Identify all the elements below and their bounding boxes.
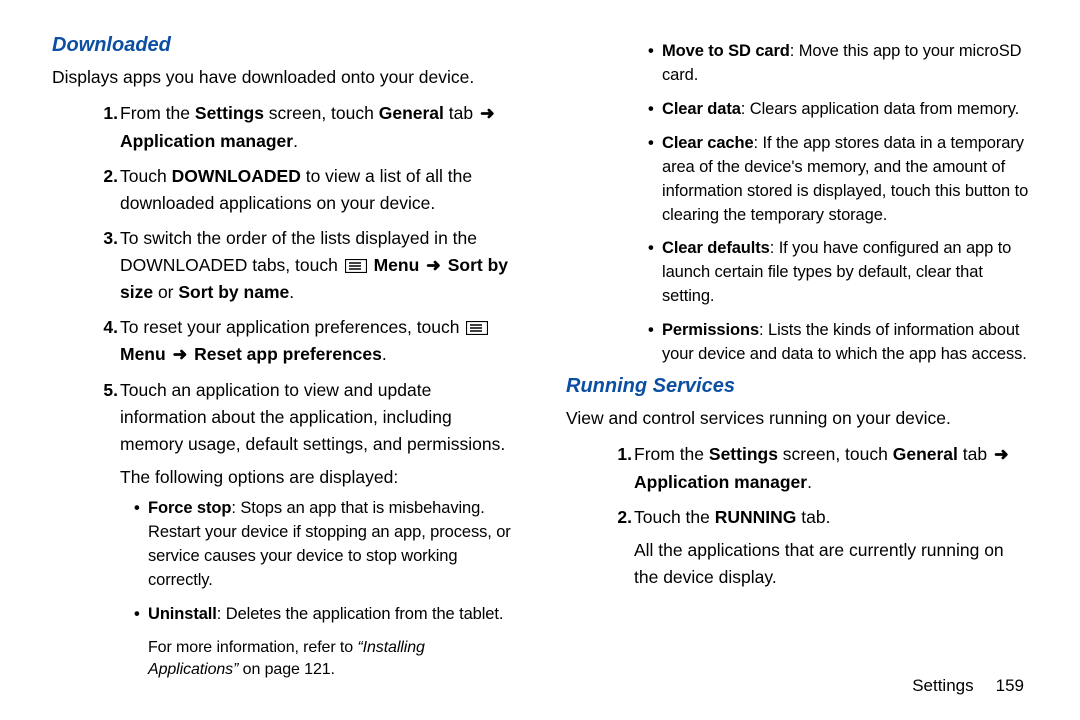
text-bold: General (893, 444, 958, 464)
downloaded-intro: Displays apps you have downloaded onto y… (52, 65, 518, 90)
bullet-move-sd: Move to SD card: Move this app to your m… (662, 40, 1032, 88)
bullet-force-stop: Force stop: Stops an app that is misbeha… (148, 497, 518, 593)
label: Clear cache (662, 134, 754, 152)
text: Touch an application to view and update … (120, 380, 505, 454)
options-lead: The following options are displayed: (120, 464, 518, 491)
text-bold: Application manager (120, 131, 293, 151)
bullet-clear-cache: Clear cache: If the app stores data in a… (662, 132, 1032, 228)
text: To reset your application preferences, t… (120, 317, 464, 337)
downloaded-steps: From the Settings screen, touch General … (52, 34, 1032, 700)
step-4: To reset your application preferences, t… (120, 314, 518, 368)
text: tab (444, 103, 478, 123)
arrow-icon: ➜ (992, 441, 1011, 468)
heading-downloaded: Downloaded (52, 34, 518, 57)
text-bold: Application manager (634, 472, 807, 492)
text: . (807, 472, 812, 492)
step-2: Touch the RUNNING tab. All the applicati… (634, 504, 1032, 591)
label: Move to SD card (662, 42, 790, 60)
arrow-icon: ➜ (171, 341, 190, 368)
label: Force stop (148, 499, 231, 517)
bullet-clear-data: Clear data: Clears application data from… (662, 98, 1032, 122)
menu-icon (345, 259, 367, 273)
arrow-icon: ➜ (478, 100, 497, 127)
text: tab. (796, 507, 830, 527)
text-bold: General (379, 103, 444, 123)
heading-running-services: Running Services (566, 375, 1032, 398)
text: . (289, 282, 294, 302)
desc: : Deletes the application from the table… (217, 605, 504, 623)
page-footer: Settings 159 (912, 676, 1024, 696)
running-services-section: Running Services View and control servic… (566, 375, 1032, 591)
install-reference-note: For more information, refer to “Installi… (148, 637, 518, 682)
text-bold: Settings (195, 103, 264, 123)
text: tab (958, 444, 992, 464)
text: From the (634, 444, 709, 464)
running-after: All the applications that are currently … (634, 537, 1032, 591)
text-bold: Sort by name (178, 282, 289, 302)
bullet-clear-defaults: Clear defaults: If you have configured a… (662, 237, 1032, 309)
desc: : Clears application data from memory. (741, 100, 1019, 118)
step-1: From the Settings screen, touch General … (120, 100, 518, 154)
step-2: Touch DOWNLOADED to view a list of all t… (120, 163, 518, 217)
menu-icon (466, 321, 488, 335)
manual-page: Downloaded Displays apps you have downlo… (0, 0, 1080, 720)
bullet-permissions: Permissions: Lists the kinds of informat… (662, 319, 1032, 367)
text-bold: Reset app preferences (194, 344, 382, 364)
footer-section: Settings (912, 676, 973, 695)
text: For more information, refer to (148, 639, 357, 656)
text-bold: Menu (374, 255, 420, 275)
text: From the (120, 103, 195, 123)
label: Clear defaults (662, 239, 770, 257)
label: Permissions (662, 321, 759, 339)
text-bold: DOWNLOADED (172, 166, 301, 186)
text: . (382, 344, 387, 364)
running-intro: View and control services running on you… (566, 406, 1032, 431)
text: on page 121. (238, 661, 335, 678)
text: Touch the (634, 507, 715, 527)
step-1: From the Settings screen, touch General … (634, 441, 1032, 495)
text-bold: Menu (120, 344, 166, 364)
arrow-icon: ➜ (424, 252, 443, 279)
step-3: To switch the order of the lists display… (120, 225, 518, 306)
text: Touch (120, 166, 172, 186)
text: screen, touch (264, 103, 379, 123)
label: Clear data (662, 100, 741, 118)
running-steps: From the Settings screen, touch General … (566, 441, 1032, 591)
text-bold: RUNNING (715, 507, 797, 527)
text: . (293, 131, 298, 151)
label: Uninstall (148, 605, 217, 623)
text: screen, touch (778, 444, 893, 464)
option-bullets-right: Move to SD card: Move this app to your m… (634, 40, 1032, 367)
option-bullets-left: Force stop: Stops an app that is misbeha… (120, 497, 518, 627)
footer-page-number: 159 (996, 676, 1024, 695)
bullet-uninstall: Uninstall: Deletes the application from … (148, 603, 518, 627)
text: or (153, 282, 178, 302)
text-bold: Settings (709, 444, 778, 464)
